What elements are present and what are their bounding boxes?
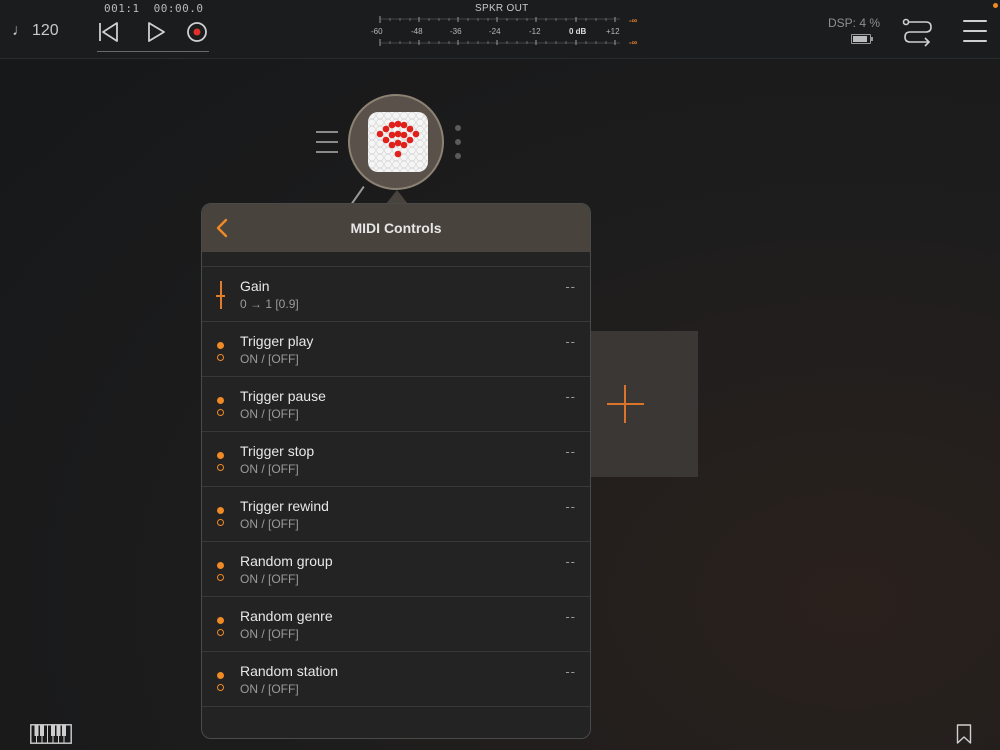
piano-keyboard-icon[interactable] bbox=[30, 724, 72, 744]
toggle-icon bbox=[214, 336, 228, 364]
add-plugin-tile[interactable] bbox=[591, 331, 698, 477]
meter-scale-label: -24 bbox=[489, 27, 501, 36]
control-name: Random station bbox=[240, 663, 339, 679]
panel-header: MIDI Controls bbox=[202, 204, 590, 252]
midi-control-row-random-group[interactable]: Random group ON / [OFF] -- bbox=[202, 541, 590, 596]
control-value: ON / [OFF] bbox=[240, 462, 299, 476]
midi-mapping: -- bbox=[565, 554, 576, 569]
midi-control-list: Gain 0 → 1 [0.9] -- Trigger play ON / [O… bbox=[202, 266, 590, 707]
midi-mapping: -- bbox=[565, 334, 576, 349]
toggle-icon bbox=[214, 611, 228, 639]
midi-mapping: -- bbox=[565, 664, 576, 679]
control-name: Random group bbox=[240, 553, 333, 569]
hamburger-menu-icon[interactable] bbox=[963, 20, 987, 42]
time-position: 00:00.0 bbox=[153, 2, 204, 15]
midi-control-row-trigger-pause[interactable]: Trigger pause ON / [OFF] -- bbox=[202, 376, 590, 431]
popover-pointer bbox=[386, 190, 408, 204]
control-name: Trigger rewind bbox=[240, 498, 329, 514]
peak-readout-bottom: -∞ bbox=[629, 38, 638, 47]
control-value: ON / [OFF] bbox=[240, 352, 299, 366]
meter-label: SPKR OUT bbox=[475, 3, 529, 14]
bookmark-icon[interactable] bbox=[956, 724, 972, 744]
more-options-icon[interactable] bbox=[455, 125, 461, 167]
control-value: ON / [OFF] bbox=[240, 572, 299, 586]
record-button[interactable] bbox=[185, 20, 209, 44]
control-name: Random genre bbox=[240, 608, 333, 624]
meter-scale-label: -48 bbox=[411, 27, 423, 36]
midi-control-row-gain[interactable]: Gain 0 → 1 [0.9] -- bbox=[202, 266, 590, 321]
control-value: 0 → 1 [0.9] bbox=[240, 297, 299, 311]
midi-control-row-random-station[interactable]: Random station ON / [OFF] -- bbox=[202, 651, 590, 707]
midi-mapping: -- bbox=[565, 279, 576, 294]
control-value: ON / [OFF] bbox=[240, 627, 299, 641]
status-indicator-dot bbox=[993, 3, 998, 8]
midi-mapping: -- bbox=[565, 499, 576, 514]
quarter-note-icon: ♩ bbox=[12, 22, 28, 39]
midi-mapping: -- bbox=[565, 609, 576, 624]
bar-position: 001:1 bbox=[104, 2, 140, 15]
top-bar: ♩ 120 001:1 00:00.0 SPKR OUT -60 -48 -36… bbox=[0, 0, 1000, 59]
tempo-display[interactable]: ♩ 120 bbox=[12, 22, 59, 40]
midi-mapping: -- bbox=[565, 389, 576, 404]
toggle-icon bbox=[214, 556, 228, 584]
output-level-meter: -60 -48 -36 -24 -12 0 dB +12 -∞ -∞ bbox=[370, 14, 645, 50]
control-value: ON / [OFF] bbox=[240, 407, 299, 421]
control-name: Trigger pause bbox=[240, 388, 326, 404]
peak-readout-top: -∞ bbox=[629, 16, 638, 25]
fader-icon bbox=[214, 281, 228, 309]
midi-control-row-random-genre[interactable]: Random genre ON / [OFF] -- bbox=[202, 596, 590, 651]
toggle-icon bbox=[214, 446, 228, 474]
tempo-value: 120 bbox=[32, 22, 59, 39]
midi-mapping: -- bbox=[565, 444, 576, 459]
timecode: 001:1 00:00.0 bbox=[104, 2, 217, 15]
meter-scale-label: -36 bbox=[450, 27, 462, 36]
rewind-button[interactable] bbox=[97, 20, 121, 44]
control-name: Gain bbox=[240, 278, 270, 294]
meter-scale-label: +12 bbox=[606, 27, 620, 36]
midi-controls-panel: MIDI Controls Gain 0 → 1 [0.9] -- Trigge… bbox=[201, 203, 591, 739]
control-value: ON / [OFF] bbox=[240, 682, 299, 696]
midi-control-row-trigger-play[interactable]: Trigger play ON / [OFF] -- bbox=[202, 321, 590, 376]
dsp-load: DSP: 4 % bbox=[828, 16, 881, 30]
toggle-icon bbox=[214, 501, 228, 529]
panel-title: MIDI Controls bbox=[350, 220, 442, 236]
control-name: Trigger stop bbox=[240, 443, 315, 459]
routing-icon[interactable] bbox=[902, 16, 934, 48]
battery-icon bbox=[851, 34, 873, 44]
meter-scale-label: -12 bbox=[529, 27, 541, 36]
midi-control-row-trigger-rewind[interactable]: Trigger rewind ON / [OFF] -- bbox=[202, 486, 590, 541]
toggle-icon bbox=[214, 666, 228, 694]
meter-scale-label: -60 bbox=[371, 27, 383, 36]
control-name: Trigger play bbox=[240, 333, 314, 349]
transport-underline bbox=[97, 51, 209, 52]
midi-control-row-trigger-stop[interactable]: Trigger stop ON / [OFF] -- bbox=[202, 431, 590, 486]
drag-handle-icon[interactable] bbox=[316, 131, 338, 161]
meter-scale-label: 0 dB bbox=[569, 27, 587, 36]
toggle-icon bbox=[214, 391, 228, 419]
plus-icon bbox=[624, 385, 626, 423]
radio-plugin-icon bbox=[368, 112, 428, 172]
control-value: ON / [OFF] bbox=[240, 517, 299, 531]
plugin-node[interactable] bbox=[348, 94, 444, 190]
play-button[interactable] bbox=[144, 20, 168, 44]
